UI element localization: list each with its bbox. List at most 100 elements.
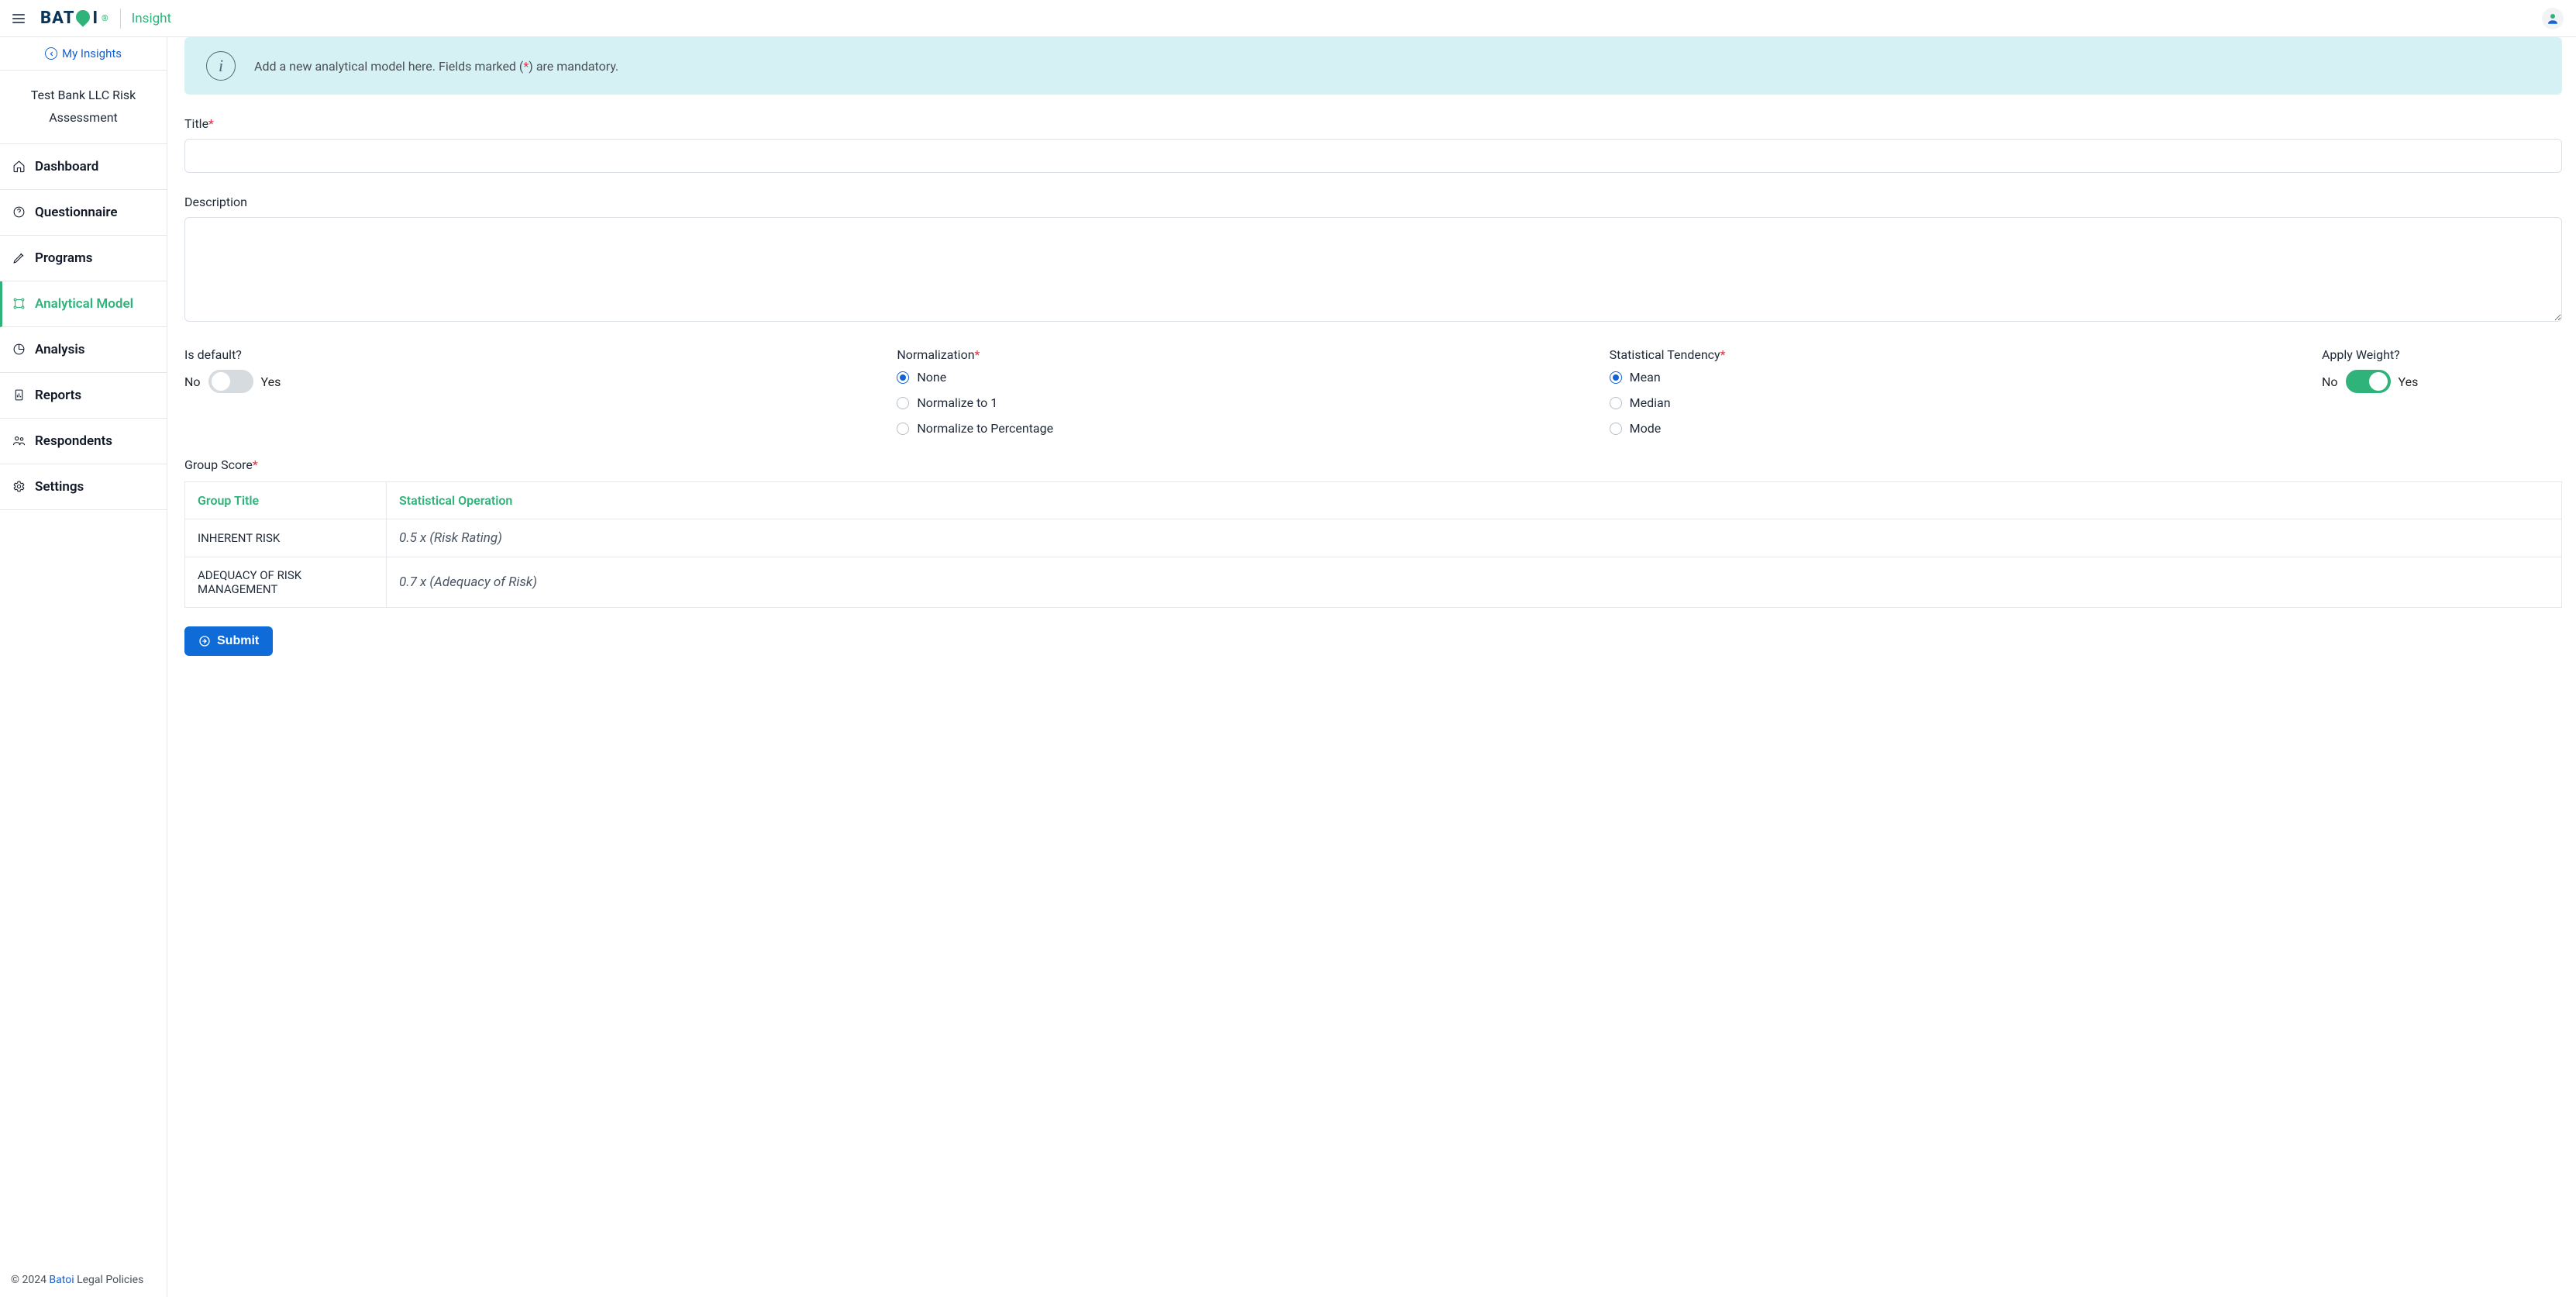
- sidebar-item-label: Settings: [35, 479, 84, 495]
- apply-weight-toggle[interactable]: [2346, 370, 2391, 393]
- sidebar-item-respondents[interactable]: Respondents: [0, 419, 167, 464]
- main-content: i Add a new analytical model here. Field…: [167, 37, 2576, 1297]
- sidebar-item-settings[interactable]: Settings: [0, 464, 167, 510]
- my-insights-link[interactable]: My Insights: [0, 37, 167, 71]
- sidebar-item-programs[interactable]: Programs: [0, 236, 167, 281]
- back-arrow-icon: [45, 47, 57, 60]
- sidebar-nav: Dashboard Questionnaire Programs Analyti…: [0, 144, 167, 1264]
- th-stat-op: Statistical Operation: [387, 482, 2562, 519]
- table-row[interactable]: INHERENT RISK 0.5 x (Risk Rating): [185, 519, 2562, 557]
- cell-group-title: ADEQUACY OF RISK MANAGEMENT: [185, 557, 387, 608]
- normalization-label-text: Normalization: [897, 347, 974, 362]
- group-score-label: Group Score*: [184, 457, 2562, 472]
- sidebar-item-label: Questionnaire: [35, 205, 118, 220]
- description-input[interactable]: [184, 217, 2562, 322]
- sidebar-item-label: Respondents: [35, 433, 112, 449]
- sidebar-item-reports[interactable]: Reports: [0, 373, 167, 419]
- toggle-no-label: No: [184, 374, 201, 389]
- gear-icon: [12, 480, 26, 493]
- toggle-yes-label: Yes: [261, 374, 281, 389]
- stat-label: Statistical Tendency*: [1610, 347, 2322, 362]
- registered-mark: ®: [100, 13, 109, 23]
- divider: [120, 9, 121, 29]
- info-icon: i: [206, 51, 236, 81]
- graph-nodes-icon: [12, 297, 26, 310]
- menu-icon[interactable]: [8, 9, 29, 28]
- sidebar-item-label: Programs: [35, 250, 93, 266]
- info-text: Add a new analytical model here. Fields …: [254, 59, 618, 74]
- copyright-text: © 2024: [11, 1274, 49, 1286]
- cell-stat-op: 0.7 x (Adequacy of Risk): [387, 557, 2562, 608]
- radio-stat-median[interactable]: Median: [1610, 395, 2322, 410]
- report-icon: [12, 388, 26, 402]
- arrow-right-circle-icon: [198, 635, 211, 647]
- brand-link[interactable]: Batoi: [49, 1274, 74, 1286]
- group-score-section: Group Score* Group Title Statistical Ope…: [184, 457, 2562, 608]
- description-section: Description: [184, 195, 2562, 326]
- sidebar-item-dashboard[interactable]: Dashboard: [0, 144, 167, 190]
- radio-normalization-to1[interactable]: Normalize to 1: [897, 395, 1609, 410]
- options-row: Is default? No Yes Normalization* None N…: [184, 347, 2562, 436]
- submit-button[interactable]: Submit: [184, 626, 273, 656]
- toggle-yes-label: Yes: [2399, 374, 2419, 389]
- home-icon: [12, 160, 26, 173]
- header-left: BAT I ® Insight: [8, 9, 171, 29]
- radio-label: Mode: [1630, 421, 1662, 436]
- sidebar-item-questionnaire[interactable]: Questionnaire: [0, 190, 167, 236]
- cell-group-title: INHERENT RISK: [185, 519, 387, 557]
- table-header-row: Group Title Statistical Operation: [185, 482, 2562, 519]
- required-star: *: [975, 347, 980, 362]
- radio-label: Mean: [1630, 370, 1661, 385]
- banner-pre: Add a new analytical model here. Fields …: [254, 59, 523, 74]
- stat-radios: Mean Median Mode: [1610, 370, 2322, 436]
- is-default-label: Is default?: [184, 347, 897, 362]
- group-score-label-text: Group Score: [184, 457, 253, 472]
- banner-post: ) are mandatory.: [529, 59, 618, 74]
- brand-logo[interactable]: BAT I ®: [40, 9, 109, 28]
- sidebar-item-label: Reports: [35, 388, 81, 403]
- people-icon: [12, 434, 26, 447]
- normalization-col: Normalization* None Normalize to 1 Norma…: [897, 347, 1609, 436]
- sidebar-item-analytical-model[interactable]: Analytical Model: [0, 281, 167, 327]
- radio-normalization-pct[interactable]: Normalize to Percentage: [897, 421, 1609, 436]
- is-default-toggle[interactable]: [208, 370, 253, 393]
- title-section: Title*: [184, 116, 2562, 173]
- pen-icon: [12, 251, 26, 264]
- radio-stat-mode[interactable]: Mode: [1610, 421, 2322, 436]
- radio-label: Normalize to 1: [917, 395, 997, 410]
- user-avatar[interactable]: [2542, 8, 2564, 29]
- radio-label: None: [917, 370, 946, 385]
- logo-text-b: I: [91, 9, 98, 28]
- sidebar-item-label: Analytical Model: [35, 296, 133, 312]
- cell-stat-op: 0.5 x (Risk Rating): [387, 519, 2562, 557]
- sidebar-title: Test Bank LLC Risk Assessment: [0, 71, 167, 144]
- logo-text-a: BAT: [40, 9, 74, 28]
- group-score-table: Group Title Statistical Operation INHERE…: [184, 481, 2562, 608]
- required-star: *: [1720, 347, 1726, 362]
- submit-label: Submit: [217, 634, 259, 648]
- th-group-title: Group Title: [185, 482, 387, 519]
- description-label: Description: [184, 195, 2562, 209]
- pie-icon: [12, 343, 26, 356]
- info-banner: i Add a new analytical model here. Field…: [184, 37, 2562, 95]
- is-default-col: Is default? No Yes: [184, 347, 897, 436]
- radio-stat-mean[interactable]: Mean: [1610, 370, 2322, 385]
- app-header: BAT I ® Insight: [0, 0, 2576, 37]
- title-label-text: Title: [184, 116, 208, 131]
- apply-weight-label: Apply Weight?: [2322, 347, 2562, 362]
- product-name[interactable]: Insight: [132, 11, 171, 26]
- person-icon: [2546, 12, 2560, 26]
- title-label: Title*: [184, 116, 2562, 131]
- leaf-icon: [74, 7, 93, 26]
- apply-weight-col: Apply Weight? No Yes: [2322, 347, 2562, 436]
- sidebar-footer: © 2024 Batoi Legal Policies: [0, 1264, 167, 1297]
- sidebar-item-label: Analysis: [35, 342, 85, 357]
- question-icon: [12, 205, 26, 219]
- sidebar-item-analysis[interactable]: Analysis: [0, 327, 167, 373]
- title-input[interactable]: [184, 139, 2562, 173]
- table-row[interactable]: ADEQUACY OF RISK MANAGEMENT 0.7 x (Adequ…: [185, 557, 2562, 608]
- is-default-toggle-row: No Yes: [184, 370, 897, 393]
- legal-text: Legal Policies: [74, 1274, 144, 1286]
- stat-tendency-col: Statistical Tendency* Mean Median Mode: [1610, 347, 2322, 436]
- radio-normalization-none[interactable]: None: [897, 370, 1609, 385]
